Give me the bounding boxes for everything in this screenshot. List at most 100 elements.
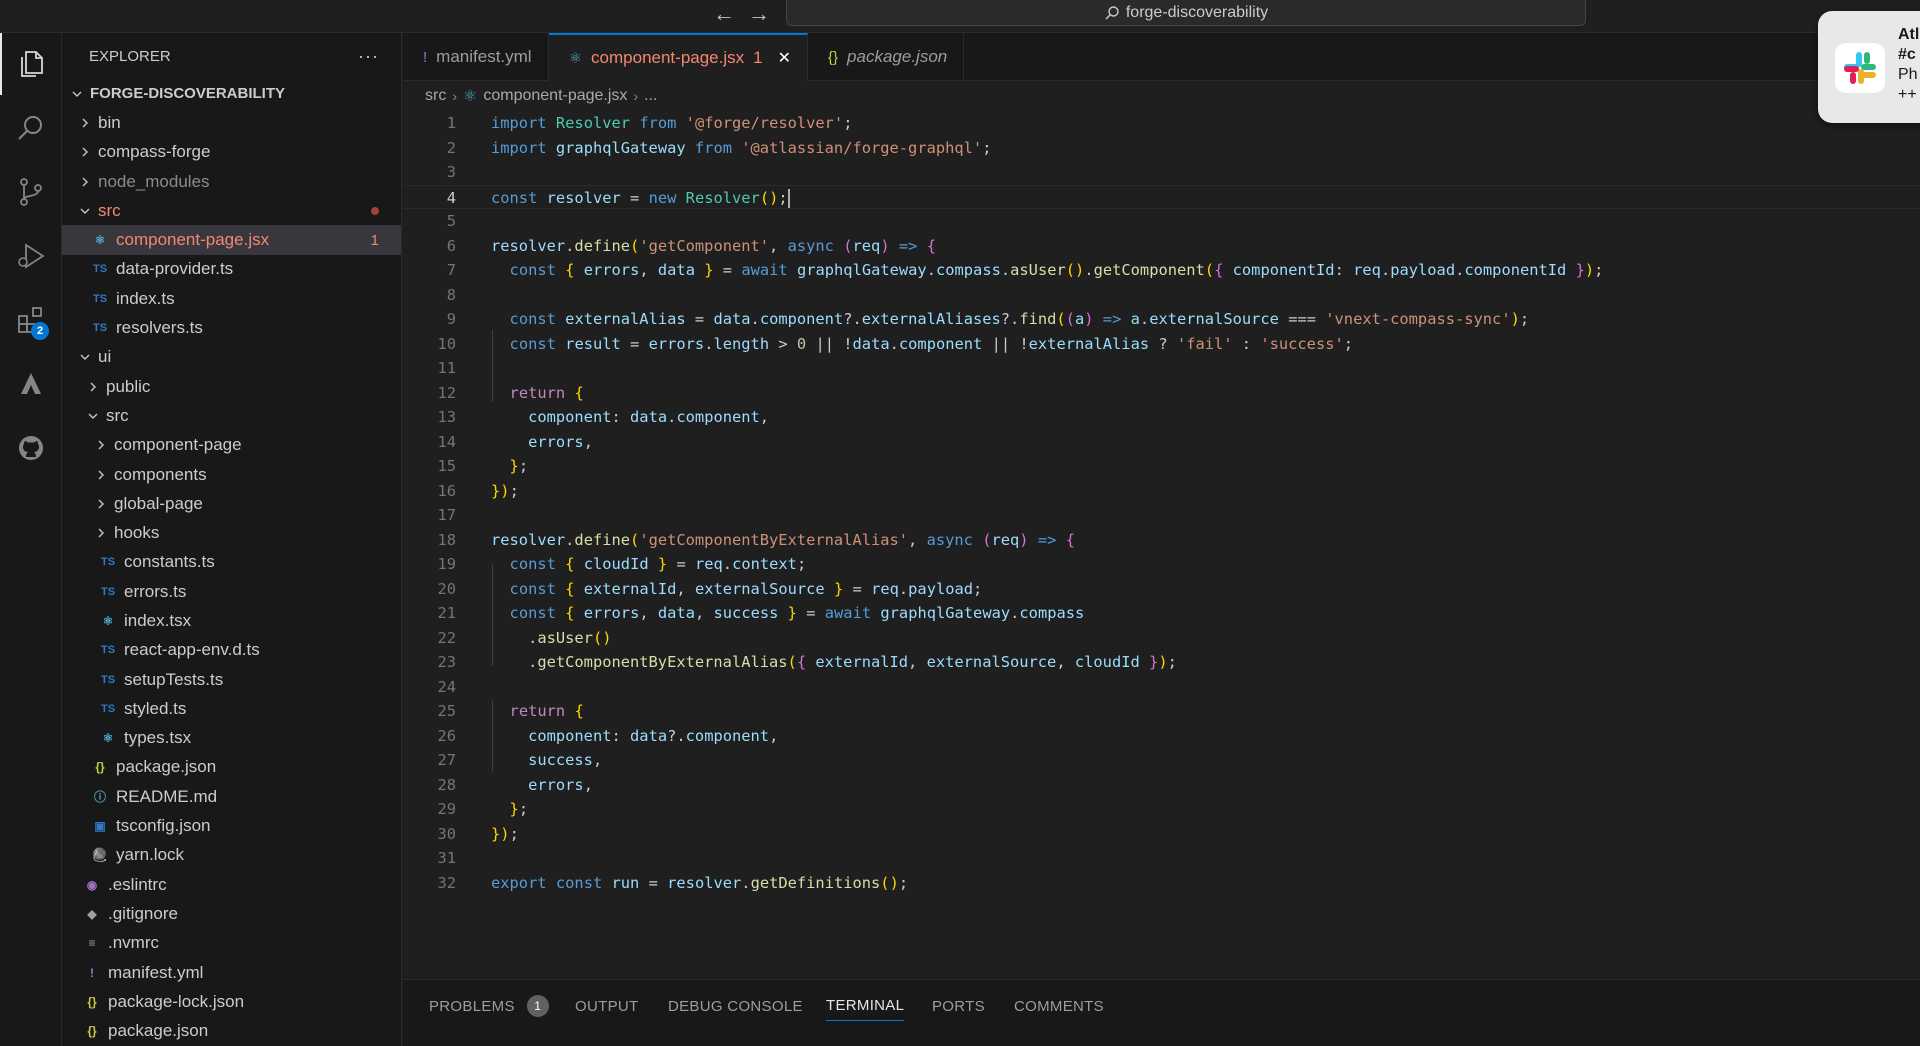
- tree-folder[interactable]: src: [62, 401, 401, 430]
- panel-tab-output[interactable]: OUTPUT: [575, 991, 638, 1021]
- code-line: 2 import graphqlGateway from '@atlassian/…: [403, 136, 1920, 160]
- forward-arrow-icon[interactable]: →: [748, 2, 770, 26]
- tree-folder[interactable]: global-page: [62, 489, 401, 518]
- line-number: 20: [437, 579, 456, 598]
- chevron-right-icon: [84, 381, 102, 393]
- line-number: 1: [446, 114, 456, 132]
- source-control-icon: [20, 178, 42, 206]
- tab-component-page[interactable]: ⚛ component-page.jsx 1 ✕: [548, 33, 809, 81]
- code-editor[interactable]: 1 import Resolver from '@forge/resolver';…: [403, 111, 1920, 979]
- panel-tab-label: OUTPUT: [575, 997, 639, 1015]
- breadcrumb-file[interactable]: component-page.jsx: [483, 87, 627, 105]
- line-number: 32: [437, 873, 456, 892]
- json-icon: {}: [95, 760, 105, 775]
- tree-file[interactable]: TS index.ts: [62, 284, 401, 313]
- tree-folder[interactable]: ui: [62, 343, 401, 372]
- typescript-icon: TS: [100, 556, 116, 569]
- tree-file[interactable]: ◉ .eslintrc: [62, 870, 401, 899]
- tree-folder[interactable]: public: [62, 372, 401, 401]
- tree-folder[interactable]: bin: [62, 108, 401, 137]
- explorer-activity[interactable]: [0, 33, 62, 95]
- close-icon[interactable]: ✕: [778, 48, 791, 68]
- code-line: 32 export const run = resolver.getDefinit…: [403, 871, 1920, 895]
- tree-folder[interactable]: src: [62, 196, 401, 225]
- tree-item-label: constants.ts: [124, 552, 215, 572]
- json-icon: {}: [828, 48, 839, 66]
- tree-file[interactable]: ⚛ index.tsx: [62, 606, 401, 635]
- tree-folder[interactable]: component-page: [62, 431, 401, 460]
- chevron-right-icon: [76, 146, 94, 158]
- tree-file[interactable]: TS styled.ts: [62, 694, 401, 723]
- tree-file[interactable]: TS constants.ts: [62, 548, 401, 577]
- atlassian-icon: [21, 373, 41, 394]
- code-text: errors,: [528, 775, 593, 794]
- modified-dot: [371, 206, 379, 215]
- line-number: 7: [446, 261, 456, 279]
- tree-file[interactable]: ! manifest.yml: [62, 958, 401, 987]
- line-number: 10: [437, 334, 456, 353]
- tree-folder[interactable]: components: [62, 460, 401, 489]
- line-number: 11: [437, 359, 456, 377]
- tree-file[interactable]: ◆ .gitignore: [62, 899, 401, 928]
- code-line: 17: [403, 503, 1920, 527]
- tree-file[interactable]: TS data-provider.ts: [62, 255, 401, 284]
- tree-file[interactable]: TS errors.ts: [62, 577, 401, 606]
- tab-manifest[interactable]: ! manifest.yml: [403, 33, 549, 81]
- tree-file[interactable]: ⚛ types.tsx: [62, 724, 401, 753]
- tree-item-label: components: [114, 464, 207, 484]
- tree-file[interactable]: 🧶 yarn.lock: [62, 841, 401, 870]
- breadcrumb: src › ⚛ component-page.jsx › ...: [403, 81, 1920, 111]
- slack-notification[interactable]: Atl #c Ph ++: [1818, 11, 1920, 123]
- extensions-activity[interactable]: 2: [0, 289, 62, 351]
- tree-item-label: compass-forge: [98, 142, 211, 162]
- line-number: 21: [437, 604, 456, 622]
- notification-line: ++: [1898, 86, 1917, 103]
- workspace-root[interactable]: FORGE-DISCOVERABILITY: [62, 79, 401, 108]
- tree-folder[interactable]: hooks: [62, 518, 401, 547]
- tab-package-json[interactable]: {} package.json: [808, 33, 965, 81]
- line-number: 19: [437, 555, 456, 573]
- code-line: 23 .getComponentByExternalAlias({ extern…: [403, 650, 1920, 674]
- tree-file[interactable]: ⚛ component-page.jsx 1: [62, 225, 401, 255]
- tab-problem-count: 1: [753, 47, 763, 67]
- code-line: 21 const { errors, data, success } = awa…: [403, 601, 1920, 625]
- panel-tab-problems[interactable]: PROBLEMS 1: [429, 991, 549, 1021]
- line-number: 22: [437, 628, 456, 647]
- slack-icon: [1835, 43, 1885, 93]
- panel-tab-comments[interactable]: COMMENTS: [1014, 991, 1104, 1021]
- tree-item-label: .nvmrc: [108, 933, 159, 953]
- panel-tab-debug-console[interactable]: DEBUG CONSOLE: [668, 991, 803, 1021]
- search-icon: [1105, 5, 1119, 19]
- back-arrow-icon[interactable]: ←: [713, 2, 735, 26]
- more-actions-icon[interactable]: ···: [358, 46, 379, 67]
- tree-folder[interactable]: compass-forge: [62, 138, 401, 167]
- tree-file[interactable]: {} package-lock.json: [62, 987, 401, 1016]
- tree-folder[interactable]: node_modules: [62, 167, 401, 196]
- code-line: 20 const { externalId, externalSource } …: [403, 577, 1920, 601]
- search-activity[interactable]: [0, 97, 62, 159]
- source-control-activity[interactable]: [0, 161, 62, 223]
- tree-file[interactable]: TS react-app-env.d.ts: [62, 636, 401, 665]
- line-number: 8: [446, 285, 456, 304]
- tree-file[interactable]: TS resolvers.ts: [62, 313, 401, 342]
- breadcrumb-more[interactable]: ...: [644, 87, 657, 105]
- panel-tab-terminal[interactable]: TERMINAL: [826, 991, 905, 1021]
- github-activity[interactable]: [0, 417, 62, 479]
- command-center-search[interactable]: forge-discoverability: [786, 0, 1586, 26]
- code-line: 1 import Resolver from '@forge/resolver';: [403, 111, 1920, 135]
- code-text: const externalAlias = data.component?.ex…: [509, 310, 1530, 328]
- breadcrumb-folder[interactable]: src: [425, 87, 446, 105]
- line-number: 27: [437, 751, 456, 769]
- tree-file[interactable]: ⓘ README.md: [62, 782, 401, 811]
- explorer-sidebar: EXPLORER ··· FORGE-DISCOVERABILITY bin co…: [62, 33, 402, 1046]
- tree-file[interactable]: TS setupTests.ts: [62, 665, 401, 694]
- run-debug-activity[interactable]: [0, 225, 62, 287]
- tree-file[interactable]: {} package.json: [62, 1017, 401, 1046]
- tree-file[interactable]: ▣ tsconfig.json: [62, 811, 401, 840]
- tree-file[interactable]: {} package.json: [62, 753, 401, 782]
- code-line: 9 const externalAlias = data.component?.…: [403, 307, 1920, 331]
- tree-file[interactable]: ≡ .nvmrc: [62, 929, 401, 958]
- atlassian-activity[interactable]: [0, 353, 62, 415]
- panel-tab-ports[interactable]: PORTS: [932, 991, 985, 1021]
- notification-text: Atl #c Ph ++: [1898, 25, 1919, 105]
